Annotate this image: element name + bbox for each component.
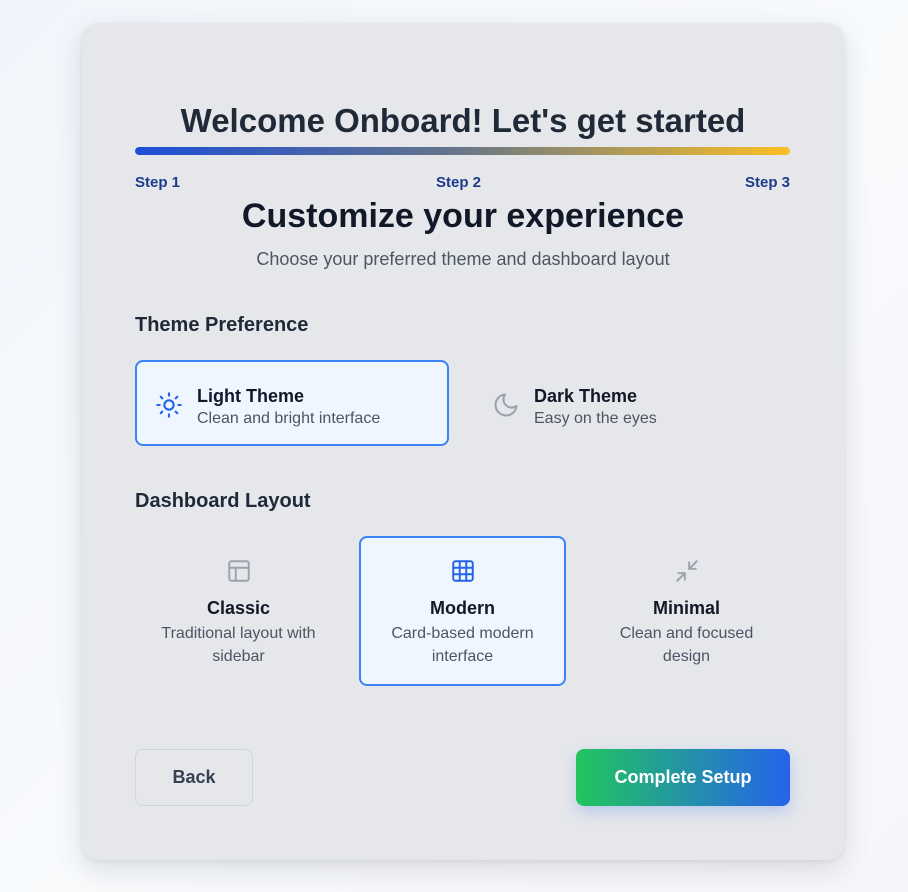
layout-option-title: Modern [430,598,495,618]
step-2-label: Step 2 [436,174,482,191]
theme-option-title: Dark Theme [534,386,638,406]
theme-option-description: Easy on the eyes [534,410,657,427]
step-3-label: Step 3 [744,174,790,191]
page-title: Welcome Onboard! Let's get started [180,102,746,139]
layout-option-title: Minimal [652,598,720,618]
grid-icon [450,558,476,584]
progress-bar [135,147,790,155]
step-subheading: Choose your preferred theme and dashboar… [256,249,670,269]
sun-icon [155,391,183,419]
layout-option-classic[interactable]: Classic Traditional layout with sidebar [135,536,342,686]
layout-option-minimal[interactable]: Minimal Clean and focused design [583,536,790,686]
theme-section-title: Theme Preference [135,314,309,336]
back-button[interactable]: Back [135,749,253,806]
minimize-icon [674,558,700,584]
layout-option-description: Traditional layout with sidebar [161,625,316,665]
layout-option-description: Clean and focused design [619,625,754,665]
step-1-label: Step 1 [135,174,181,191]
theme-option-description: Clean and bright interface [197,410,381,427]
complete-setup-button[interactable]: Complete Setup [576,749,790,806]
layout-sidebar-icon [226,558,252,584]
step-heading: Customize your experience [241,197,685,235]
theme-option-dark[interactable]: Dark Theme Easy on the eyes [472,360,786,446]
layout-section-title: Dashboard Layout [135,490,311,512]
layout-option-description: Card-based modern interface [391,625,534,665]
layout-option-modern[interactable]: Modern Card-based modern interface [359,536,566,686]
onboarding-card: Welcome Onboard! Let's get started Step … [82,23,844,860]
layout-option-title: Classic [206,598,271,618]
moon-icon [492,391,520,419]
theme-option-light[interactable]: Light Theme Clean and bright interface [135,360,449,446]
theme-option-title: Light Theme [197,386,304,406]
progress-bar-fill [135,147,790,155]
